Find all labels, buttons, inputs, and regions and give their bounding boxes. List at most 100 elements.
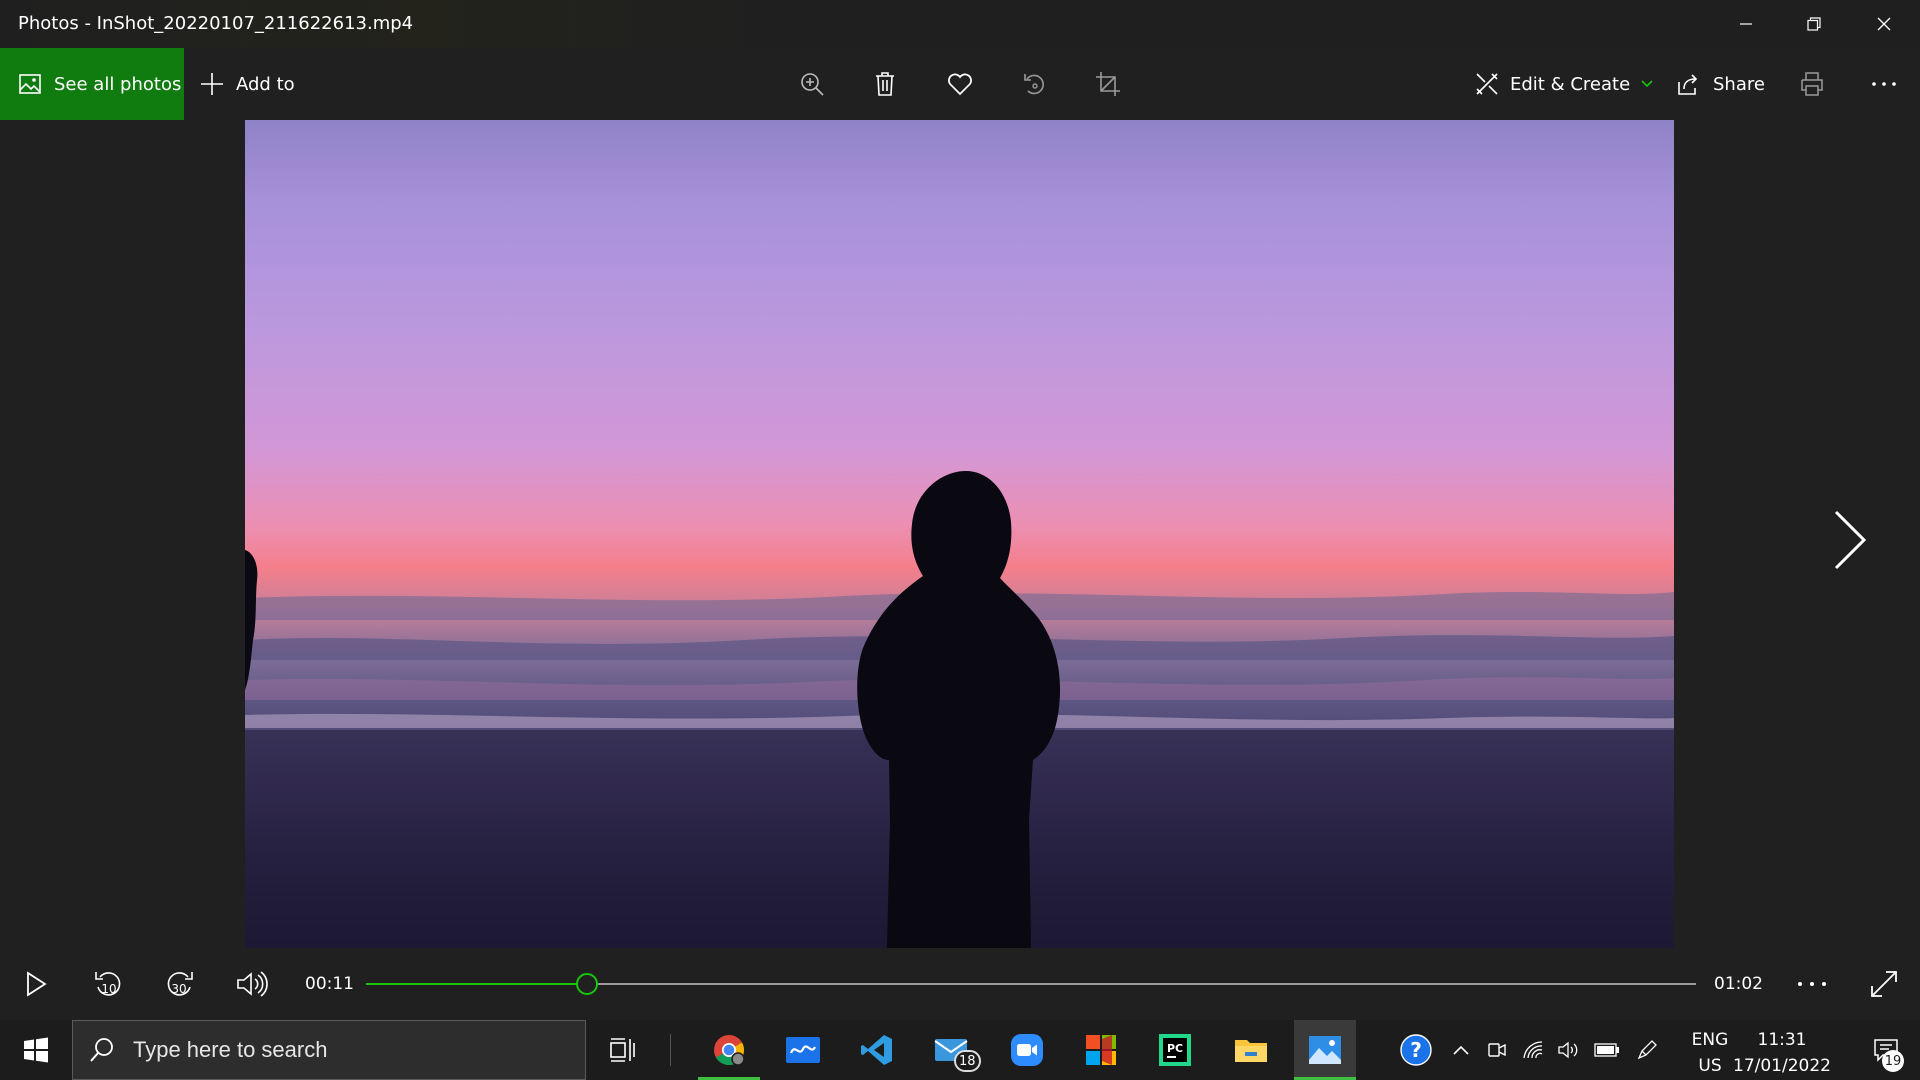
seek-bar-progress <box>366 983 587 985</box>
skip-back-10-icon: 10 <box>95 972 121 996</box>
notification-count: 19 <box>1882 1050 1904 1072</box>
add-to-button[interactable]: Add to <box>200 48 295 120</box>
command-bar: See all photos Add to Edit & Create Shar… <box>0 48 1920 120</box>
task-view-icon <box>610 1038 635 1062</box>
skip-back-button[interactable]: 10 <box>86 948 130 1020</box>
battery-icon <box>1594 1043 1619 1057</box>
help-button[interactable]: ? <box>1394 1020 1438 1080</box>
taskbar-zoom[interactable] <box>996 1020 1058 1080</box>
vscode-icon <box>861 1035 892 1065</box>
more-icon <box>1872 82 1896 86</box>
tray-battery[interactable] <box>1590 1020 1624 1080</box>
edit-create-label: Edit & Create <box>1510 73 1631 95</box>
fullscreen-icon <box>1871 971 1897 997</box>
close-button[interactable] <box>1850 0 1918 48</box>
player-more-button[interactable] <box>1790 948 1834 1020</box>
taskbar-whiteboard[interactable] <box>772 1020 834 1080</box>
taskbar-mail[interactable]: 18 <box>920 1020 982 1080</box>
volume-button[interactable] <box>230 948 274 1020</box>
action-center-button[interactable]: 19 <box>1852 1020 1920 1080</box>
chevron-up-icon <box>1453 1045 1469 1055</box>
wifi-icon <box>1523 1041 1543 1059</box>
next-button[interactable] <box>1820 500 1880 580</box>
clock[interactable]: 11:31 17/01/2022 <box>1728 1027 1836 1079</box>
chrome-icon <box>714 1035 745 1066</box>
duration: 01:02 <box>1714 974 1763 994</box>
edit-create-button[interactable]: Edit & Create <box>1474 48 1654 120</box>
beach-scene <box>245 471 1674 948</box>
skip-forward-label: 30 <box>171 982 186 996</box>
mail-badge: 18 <box>954 1050 981 1072</box>
favorite-button[interactable] <box>934 48 986 120</box>
media-viewer <box>0 120 1920 948</box>
fullscreen-button[interactable] <box>1862 948 1906 1020</box>
rotate-button[interactable] <box>1008 48 1060 120</box>
meet-now-icon <box>1488 1043 1506 1057</box>
see-all-photos-label: See all photos <box>54 73 182 95</box>
play-button[interactable] <box>14 948 58 1020</box>
restore-icon <box>1807 17 1821 31</box>
help-icon: ? <box>1400 1034 1432 1066</box>
taskbar-chrome[interactable] <box>698 1020 760 1080</box>
taskbar: Type here to search 18 PC ? ENG US 11:31… <box>0 1020 1920 1080</box>
zoom-icon <box>1011 1034 1043 1066</box>
favorite-icon <box>948 73 972 96</box>
minimize-icon <box>1740 23 1752 25</box>
current-time: 00:11 <box>305 974 354 994</box>
tray-volume[interactable] <box>1553 1020 1583 1080</box>
task-view-button[interactable] <box>592 1020 654 1080</box>
start-button[interactable] <box>0 1020 72 1080</box>
close-icon <box>1877 17 1891 31</box>
crop-icon <box>1096 72 1120 96</box>
share-icon <box>1678 74 1698 95</box>
office-icon <box>1086 1035 1116 1065</box>
svg-text:PC: PC <box>1167 1042 1183 1055</box>
more-icon <box>1798 982 1826 986</box>
skip-forward-30-icon: 30 <box>167 972 193 996</box>
see-all-photos-button[interactable]: See all photos <box>0 48 184 120</box>
file-explorer-icon <box>1235 1040 1267 1062</box>
chevron-down-icon <box>1641 80 1653 88</box>
window-title: Photos - InShot_20220107_211622613.mp4 <box>18 13 414 34</box>
plus-icon <box>201 73 223 95</box>
whiteboard-icon <box>786 1037 820 1063</box>
title-bar: Photos - InShot_20220107_211622613.mp4 <box>0 0 1920 48</box>
share-button[interactable]: Share <box>1675 48 1765 120</box>
taskbar-office[interactable] <box>1070 1020 1132 1080</box>
delete-button[interactable] <box>859 48 911 120</box>
svg-text:?: ? <box>1410 1038 1422 1062</box>
pen-icon <box>1637 1040 1657 1060</box>
restore-button[interactable] <box>1780 0 1848 48</box>
more-options-button[interactable] <box>1858 48 1910 120</box>
pycharm-icon: PC <box>1159 1034 1191 1066</box>
play-icon <box>27 971 47 997</box>
tray-meet-now[interactable] <box>1482 1020 1512 1080</box>
share-label: Share <box>1713 73 1765 95</box>
minimize-button[interactable] <box>1712 0 1780 48</box>
taskbar-divider <box>670 1034 671 1066</box>
taskbar-photos[interactable] <box>1294 1020 1356 1080</box>
zoom-button[interactable] <box>786 48 838 120</box>
photo-gallery-icon <box>19 74 41 94</box>
search-icon <box>90 1038 113 1062</box>
video-frame[interactable] <box>245 120 1674 948</box>
taskbar-file-explorer[interactable] <box>1220 1020 1282 1080</box>
seek-bar[interactable] <box>366 973 1696 995</box>
skip-back-label: 10 <box>101 982 116 996</box>
seek-thumb[interactable] <box>575 973 598 995</box>
clock-time: 11:31 <box>1757 1030 1807 1050</box>
tray-network[interactable] <box>1518 1020 1548 1080</box>
skip-forward-button[interactable]: 30 <box>158 948 202 1020</box>
crop-button[interactable] <box>1082 48 1134 120</box>
chevron-right-icon <box>1834 510 1867 570</box>
windows-logo-icon <box>24 1037 48 1063</box>
print-button[interactable] <box>1786 48 1838 120</box>
taskbar-search-box[interactable]: Type here to search <box>72 1020 586 1080</box>
tray-pen[interactable] <box>1632 1020 1662 1080</box>
taskbar-vscode[interactable] <box>846 1020 908 1080</box>
add-to-label: Add to <box>236 73 295 95</box>
photos-icon <box>1309 1036 1341 1064</box>
show-hidden-icons-button[interactable] <box>1446 1020 1476 1080</box>
taskbar-pycharm[interactable]: PC <box>1144 1020 1206 1080</box>
delete-icon <box>876 72 894 96</box>
